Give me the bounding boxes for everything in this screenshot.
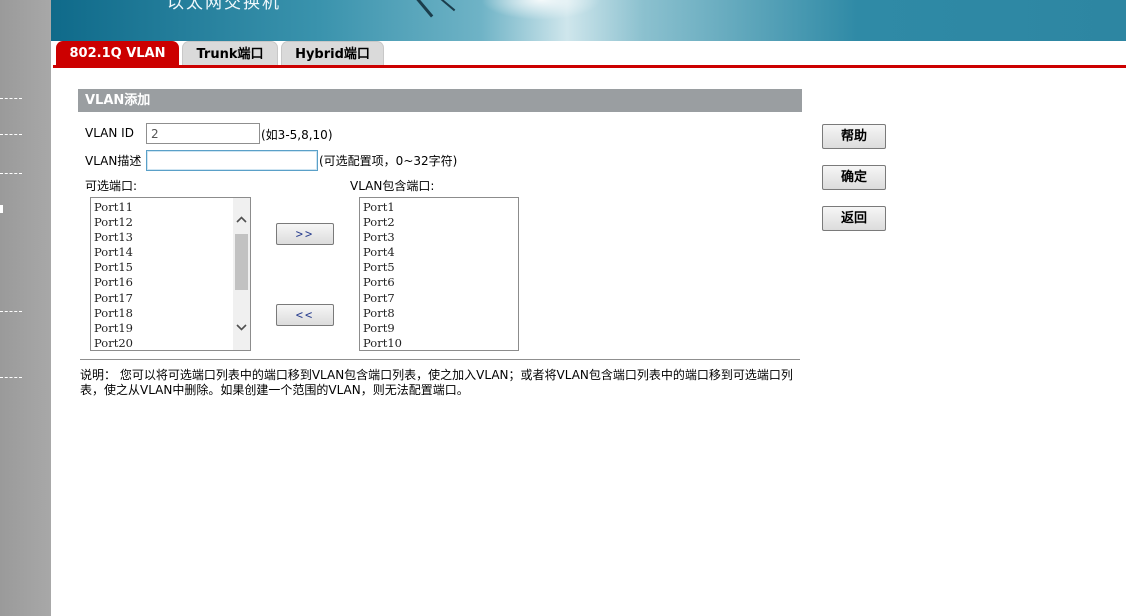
list-item[interactable]: Port3: [362, 230, 402, 245]
member-ports-list[interactable]: Port1 Port2 Port3 Port4 Port5 Port6 Port…: [359, 197, 519, 351]
left-sidebar: [0, 0, 51, 616]
tab-8021q-vlan[interactable]: 802.1Q VLAN: [56, 41, 179, 66]
list-item[interactable]: Port2: [362, 215, 402, 230]
list-item[interactable]: Port19: [93, 321, 133, 336]
sidebar-divider: [0, 134, 22, 135]
list-item[interactable]: Port10: [362, 336, 402, 350]
tab-trunk-port[interactable]: Trunk端口: [182, 41, 278, 66]
section-title: VLAN添加: [78, 89, 802, 112]
list-item[interactable]: Port5: [362, 260, 402, 275]
header-banner: 以太网交换机: [51, 0, 1126, 41]
vlan-desc-hint: (可选配置项，0~32字符): [319, 154, 458, 168]
list-item[interactable]: Port4: [362, 245, 402, 260]
chevron-down-icon[interactable]: [235, 320, 248, 334]
sidebar-marker: [0, 205, 3, 213]
tab-bar: 802.1Q VLAN Trunk端口 Hybrid端口: [51, 41, 1126, 68]
list-item[interactable]: Port12: [93, 215, 133, 230]
list-item[interactable]: Port8: [362, 306, 402, 321]
confirm-button[interactable]: 确定: [822, 165, 886, 190]
tab-hybrid-port[interactable]: Hybrid端口: [281, 41, 384, 66]
banner-title: 以太网交换机: [167, 0, 281, 13]
available-ports-label: 可选端口:: [85, 179, 138, 193]
list-item[interactable]: Port16: [93, 275, 133, 290]
list-item[interactable]: Port15: [93, 260, 133, 275]
chevron-up-icon[interactable]: [235, 213, 248, 227]
list-item[interactable]: Port13: [93, 230, 133, 245]
list-item[interactable]: Port1: [362, 200, 402, 215]
remove-ports-button[interactable]: <<: [276, 304, 334, 326]
sidebar-divider: [0, 377, 22, 378]
sidebar-divider: [0, 311, 22, 312]
sidebar-divider: [0, 173, 22, 174]
list-item[interactable]: Port20: [93, 336, 133, 350]
list-item[interactable]: Port9: [362, 321, 402, 336]
sidebar-divider: [0, 98, 22, 99]
banner-decoration: [411, 0, 434, 18]
scrollbar-thumb[interactable]: [235, 234, 248, 290]
vlan-desc-label: VLAN描述: [85, 154, 142, 168]
help-note: 说明： 您可以将可选端口列表中的端口移到VLAN包含端口列表，使之加入VLAN；…: [80, 368, 793, 397]
divider: [80, 359, 800, 360]
member-ports-label: VLAN包含端口:: [350, 179, 435, 193]
list-item[interactable]: Port18: [93, 306, 133, 321]
add-ports-button[interactable]: >>: [276, 223, 334, 245]
list-item[interactable]: Port14: [93, 245, 133, 260]
list-scrollbar[interactable]: [233, 198, 250, 350]
tab-underline: [53, 65, 1126, 68]
vlan-id-label: VLAN ID: [85, 126, 134, 140]
vlan-desc-input[interactable]: [146, 150, 318, 171]
vlan-id-hint: (如3-5,8,10): [261, 128, 333, 142]
banner-glow: [481, 0, 601, 20]
list-item[interactable]: Port7: [362, 291, 402, 306]
banner-decoration: [438, 0, 456, 12]
available-ports-list[interactable]: Port11 Port12 Port13 Port14 Port15 Port1…: [90, 197, 251, 351]
list-item[interactable]: Port17: [93, 291, 133, 306]
list-item[interactable]: Port6: [362, 275, 402, 290]
vlan-id-input[interactable]: [146, 123, 260, 144]
back-button[interactable]: 返回: [822, 206, 886, 231]
list-item[interactable]: Port11: [93, 200, 133, 215]
help-button[interactable]: 帮助: [822, 124, 886, 149]
